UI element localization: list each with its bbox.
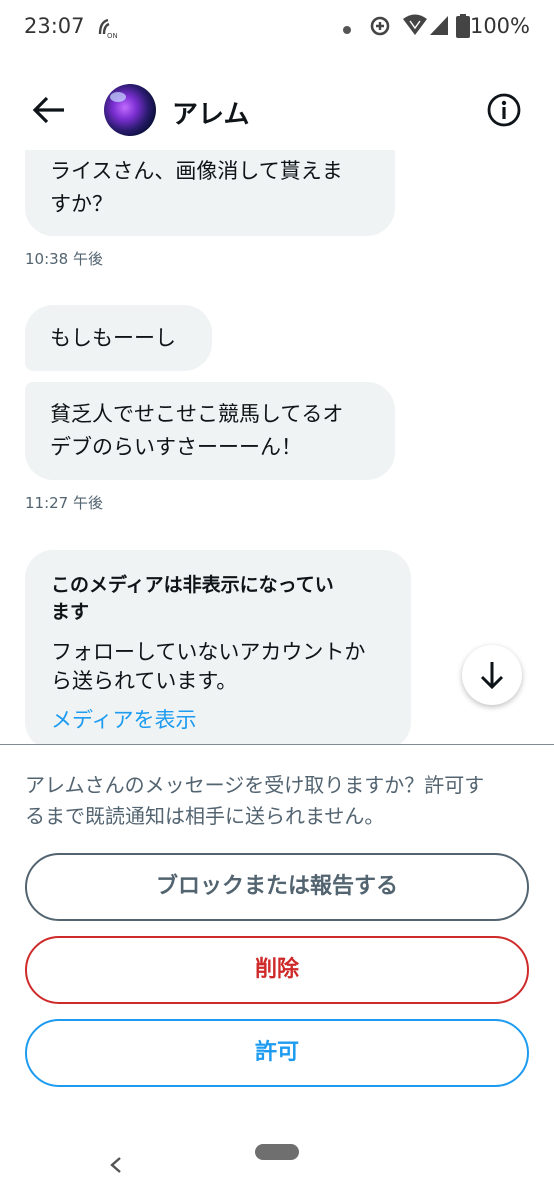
media-hidden-title: このメディアは非表示になってい ます (51, 572, 385, 626)
prompt-line: アレムさんのメッセージを受け取りますか？許可す (25, 773, 485, 797)
show-media-link[interactable]: メディアを表示 (51, 706, 385, 735)
hidden-media-card: このメディアは非表示になってい ます フォローしていないアカウントか ら送られて… (25, 550, 411, 750)
arrow-down-icon (480, 662, 504, 690)
status-time: 23:07 (24, 14, 85, 38)
status-bar: 23:07 ON 100% (0, 0, 554, 56)
nav-back-icon[interactable] (106, 1150, 126, 1180)
avatar[interactable] (104, 84, 156, 136)
nav-home-pill[interactable] (255, 1144, 299, 1160)
scroll-to-bottom-button[interactable] (462, 645, 522, 705)
svg-text:ON: ON (107, 32, 118, 40)
back-arrow-icon[interactable] (30, 90, 70, 130)
media-title-line: ます (51, 601, 90, 623)
media-hidden-reason: フォローしていないアカウントか ら送られています。 (51, 638, 385, 696)
info-icon[interactable] (486, 92, 522, 128)
prompt-line: るまで既読通知は相手に送られません。 (25, 804, 385, 828)
message-text-line: もしもーーし (50, 326, 176, 350)
media-title-line: このメディアは非表示になってい (51, 574, 334, 596)
delete-button[interactable]: 削除 (25, 936, 529, 1004)
signal-icon (428, 14, 450, 40)
block-or-report-button[interactable]: ブロックまたは報告する (25, 853, 529, 921)
message-request-panel: アレムさんのメッセージを受け取りますか？許可す るまで既読通知は相手に送られませ… (0, 745, 554, 1145)
message-bubble[interactable]: 貧乏人でせこせこ競馬してるオ デブのらいすさーーーん！ (25, 382, 395, 480)
message-bubble[interactable]: もしもーーし (25, 305, 212, 371)
message-text-line: ライスさん、画像消して貰えま (50, 159, 343, 183)
message-text-line: 貧乏人でせこせこ競馬してるオ (50, 402, 344, 426)
message-timestamp: 11:27 午後 (25, 494, 103, 512)
dot-icon (342, 20, 352, 39)
battery-percent: 100% (469, 14, 530, 38)
media-reason-line: フォローしていないアカウントか (51, 640, 366, 664)
wifi-icon (402, 14, 428, 40)
allow-button[interactable]: 許可 (25, 1019, 529, 1087)
message-text-line: すか？ (50, 192, 113, 216)
conversation-title[interactable]: アレム (172, 94, 249, 131)
message-text-line: デブのらいすさーーーん！ (50, 435, 302, 459)
system-nav-bar (0, 1140, 554, 1200)
data-saver-icon (368, 14, 392, 42)
conversation-header: アレム (0, 72, 554, 148)
message-timestamp: 10:38 午後 (25, 250, 103, 268)
media-reason-line: ら送られています。 (51, 669, 238, 693)
message-bubble[interactable]: ライスさん、画像消して貰えま すか？ (25, 150, 395, 236)
battery-icon (456, 14, 470, 42)
message-request-prompt: アレムさんのメッセージを受け取りますか？許可す るまで既読通知は相手に送られませ… (25, 770, 535, 832)
nfc-icon: ON (96, 14, 118, 44)
